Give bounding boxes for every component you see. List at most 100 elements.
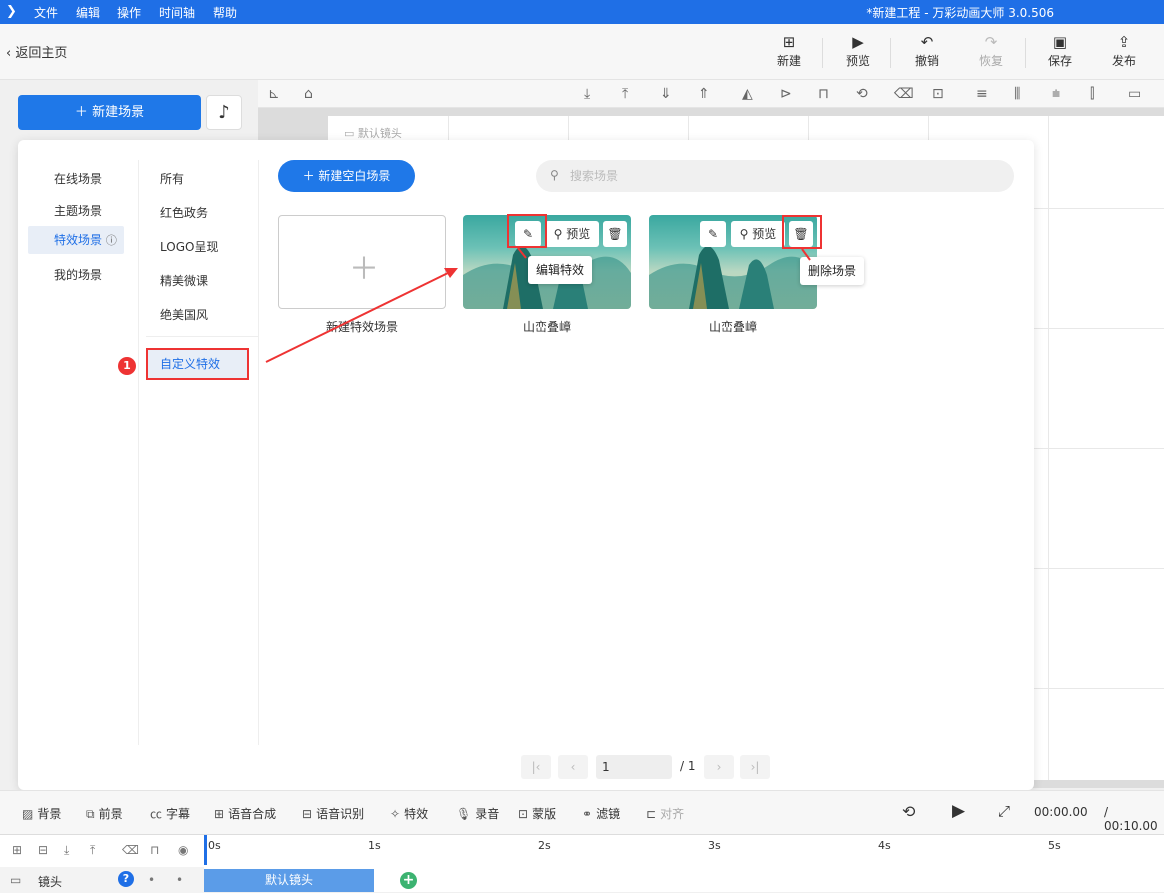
title-bar: ❯ 文件 编辑 操作 时间轴 帮助 *新建工程 - 万彩动画大师 3.0.506 — [0, 0, 1164, 24]
default-shot-label: ▭ 默认镜头 — [344, 125, 402, 141]
record-button[interactable]: 🎙 录音 — [456, 805, 499, 822]
lock-icon[interactable]: ⊓ — [818, 86, 829, 102]
save-button[interactable]: ▣ 保存 — [1032, 32, 1088, 69]
play-icon[interactable]: ▶ — [952, 801, 965, 821]
music-button[interactable]: ♪ — [206, 95, 242, 130]
menu-edit[interactable]: 编辑 — [76, 4, 100, 21]
fullscreen-icon[interactable]: ⤢ — [998, 802, 1010, 820]
delete-icon[interactable]: ⌫ — [894, 86, 914, 102]
foreground-button[interactable]: ⧉ 前景 — [86, 805, 123, 822]
record-label: 录音 — [475, 807, 500, 821]
play-icon: ▶ — [852, 33, 864, 51]
camera-icon: ▭ — [10, 873, 22, 887]
effects-button[interactable]: ✧ 特效 — [390, 805, 428, 822]
tts-button[interactable]: ⊞ 语音合成 — [214, 805, 276, 822]
new-button[interactable]: ⊞ 新建 — [761, 32, 817, 69]
move-up-icon[interactable]: ⇑ — [698, 86, 710, 102]
move-up-icon[interactable]: ⤒ — [90, 843, 95, 858]
preview-button[interactable]: ▶ 预览 — [830, 32, 886, 69]
playhead[interactable] — [204, 835, 207, 865]
ruler-label: 4s — [878, 839, 891, 852]
eye-icon[interactable]: ◉ — [178, 843, 188, 857]
toolbar-divider — [1025, 38, 1026, 68]
ruler-label: 3s — [708, 839, 721, 852]
app-logo-icon: ❯ — [6, 4, 17, 19]
music-note-icon: ♪ — [218, 102, 230, 123]
lock-icon[interactable]: ⊓ — [150, 843, 159, 857]
background-icon: ▨ — [22, 807, 34, 821]
align-center-icon[interactable]: ⫼ — [1014, 86, 1020, 102]
flip-vertical-icon[interactable]: ⊳ — [780, 86, 792, 102]
timeline-clip[interactable]: 默认镜头 — [204, 869, 374, 892]
track-header: ▭ 镜头 ? • • — [0, 867, 204, 893]
mask-button[interactable]: ⊡ 蒙版 — [518, 805, 556, 822]
page-input[interactable]: 1 — [596, 755, 672, 779]
publish-button[interactable]: ⇪ 发布 — [1096, 32, 1152, 69]
filter-label: 滤镜 — [596, 807, 621, 821]
distribute-icon[interactable]: ⫿ — [1090, 86, 1094, 102]
plus-square-icon: ⊞ — [782, 33, 796, 51]
effects-icon: ✧ — [390, 807, 401, 821]
trash-icon[interactable]: ⌫ — [122, 843, 139, 857]
add-clip-icon[interactable]: + — [400, 872, 417, 889]
publish-icon: ⇪ — [1117, 33, 1131, 51]
ruler-icon[interactable]: ⊾ — [268, 86, 280, 102]
subtitle-label: 字幕 — [166, 807, 191, 821]
last-page-button[interactable]: ›| — [740, 755, 770, 779]
chevron-left-icon: ‹ — [570, 760, 576, 774]
new-layer-icon[interactable]: ⊟ — [38, 843, 48, 857]
annotation-arrows — [265, 247, 811, 363]
move-down-icon[interactable]: ⇓ — [660, 86, 672, 102]
subtitle-button[interactable]: ㏄字幕 — [150, 805, 190, 822]
mask-label: 蒙版 — [532, 807, 557, 821]
bottom-toolbar: ▨ 背景 ⧉ 前景 ㏄字幕 ⊞ 语音合成 ⊟ 语音识别 ✧ 特效 🎙 录音 ⊡ 蒙版 ⚭ 滤镜 … — [0, 790, 1164, 834]
dot-icon[interactable]: • — [148, 873, 155, 887]
move-top-icon[interactable]: ⤒ — [622, 86, 628, 102]
last-page-icon: ›| — [750, 760, 760, 774]
new-scene-button[interactable]: ＋ 新建场景 — [18, 95, 201, 130]
filter-button[interactable]: ⚭ 滤镜 — [582, 805, 620, 822]
main-toolbar: ‹ 返回主页 ⊞ 新建 ▶ 预览 ↶ 撤销 ↷ 恢复 ▣ 保存 ⇪ 发布 — [0, 24, 1164, 80]
align-top-icon[interactable]: ≡ — [976, 86, 988, 102]
rotate-icon[interactable]: ⟲ — [856, 86, 868, 102]
asr-button[interactable]: ⊟ 语音识别 — [302, 805, 364, 822]
prev-page-button[interactable]: ‹ — [558, 755, 588, 779]
align-label: 对齐 — [660, 807, 685, 821]
back-home-label: 返回主页 — [15, 46, 68, 61]
menu-timeline[interactable]: 时间轴 — [159, 4, 195, 21]
first-page-button[interactable]: |‹ — [521, 755, 551, 779]
crop-icon[interactable]: ⊡ — [932, 86, 944, 102]
menu-file[interactable]: 文件 — [34, 4, 58, 21]
flip-horizontal-icon[interactable]: ◭ — [742, 86, 753, 102]
mic-icon: 🎙 — [456, 807, 472, 821]
menu-help[interactable]: 帮助 — [213, 4, 237, 21]
back-home-link[interactable]: ‹ 返回主页 — [6, 42, 67, 61]
align-bottom-icon[interactable]: ⩧ — [1052, 86, 1060, 102]
toolbar-divider — [822, 38, 823, 68]
redo-button[interactable]: ↷ 恢复 — [963, 32, 1019, 69]
replay-icon[interactable]: ⟲ — [902, 802, 915, 821]
foreground-label: 前景 — [98, 807, 123, 821]
asr-icon: ⊟ — [302, 807, 313, 821]
help-icon[interactable]: ? — [118, 871, 134, 887]
layout-icon[interactable]: ▭ — [1128, 86, 1141, 102]
move-bottom-icon[interactable]: ⤓ — [584, 86, 590, 102]
foreground-icon: ⧉ — [86, 807, 95, 821]
scene-library-panel: 在线场景 主题场景 特效场景 ⓘ 我的场景 所有 红色政务 LOGO呈现 精美微… — [18, 140, 1034, 790]
undo-button[interactable]: ↶ 撤销 — [899, 32, 955, 69]
align-button[interactable]: ⊏ 对齐 — [646, 805, 684, 822]
filter-icon: ⚭ — [582, 807, 593, 821]
track-label: 镜头 — [38, 875, 63, 889]
next-page-button[interactable]: › — [704, 755, 734, 779]
add-folder-icon[interactable]: ⊞ — [12, 843, 22, 857]
total-time: / 00:10.00 — [1104, 805, 1158, 833]
redo-icon: ↷ — [984, 33, 998, 51]
home-icon[interactable]: ⌂ — [304, 86, 313, 102]
background-button[interactable]: ▨ 背景 — [22, 805, 61, 822]
preview-label: 预览 — [845, 54, 870, 68]
dot-icon[interactable]: • — [176, 873, 183, 887]
menu-operation[interactable]: 操作 — [117, 4, 141, 21]
tts-icon: ⊞ — [214, 807, 225, 821]
move-down-icon[interactable]: ⤓ — [64, 843, 69, 858]
tts-label: 语音合成 — [228, 807, 277, 821]
